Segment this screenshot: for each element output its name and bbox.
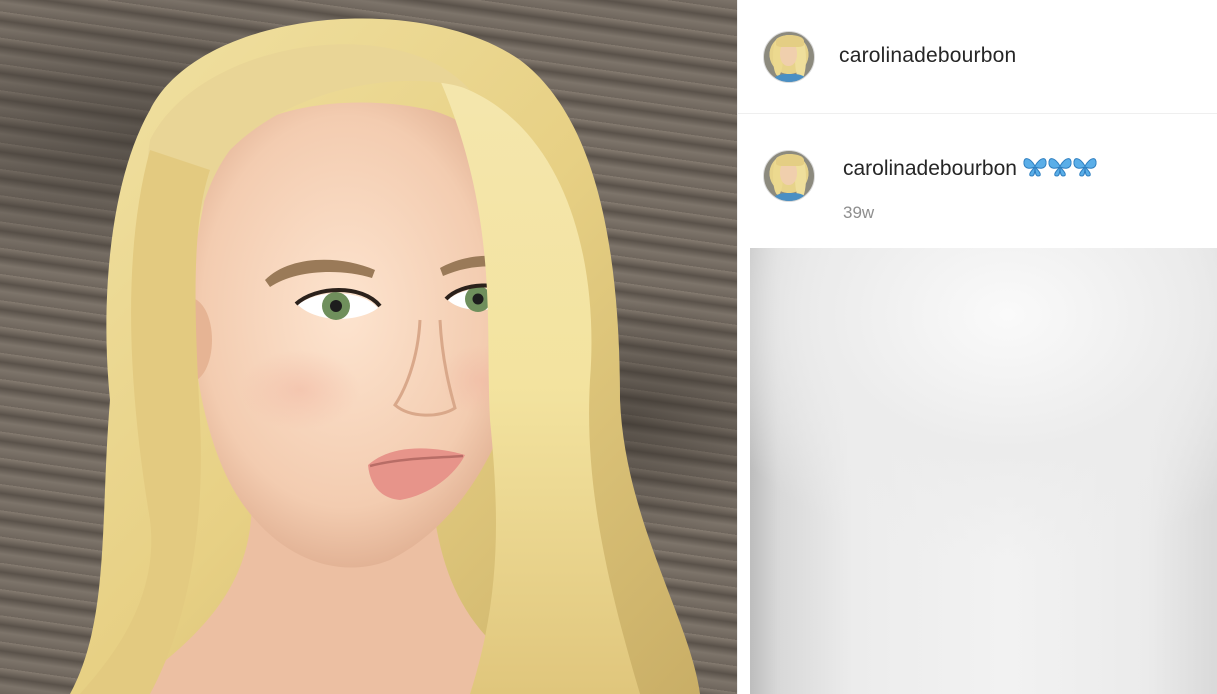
blurred-image-icon[interactable] (750, 248, 1217, 694)
header-username-link[interactable]: carolinadebourbon (839, 44, 1016, 68)
post-header: carolinadebourbon (738, 0, 1217, 114)
caption-username-link[interactable]: carolinadebourbon (843, 157, 1017, 180)
caption-row: carolinadebourbon 39w (738, 114, 1217, 248)
caption-avatar-icon[interactable] (763, 150, 815, 202)
post-photo[interactable] (0, 0, 737, 694)
instagram-post-view: carolinadebourbon carolinadebourbon 39w (0, 0, 1217, 694)
caption-text: carolinadebourbon (843, 154, 1097, 184)
butterfly-icon (1023, 158, 1097, 177)
butterfly-emoji-icon (1023, 154, 1097, 184)
post-timestamp[interactable]: 39w (843, 203, 874, 223)
portrait-photo-icon (70, 18, 700, 694)
profile-avatar-icon[interactable] (763, 31, 815, 83)
post-sidebar: carolinadebourbon carolinadebourbon 39w (737, 0, 1217, 694)
